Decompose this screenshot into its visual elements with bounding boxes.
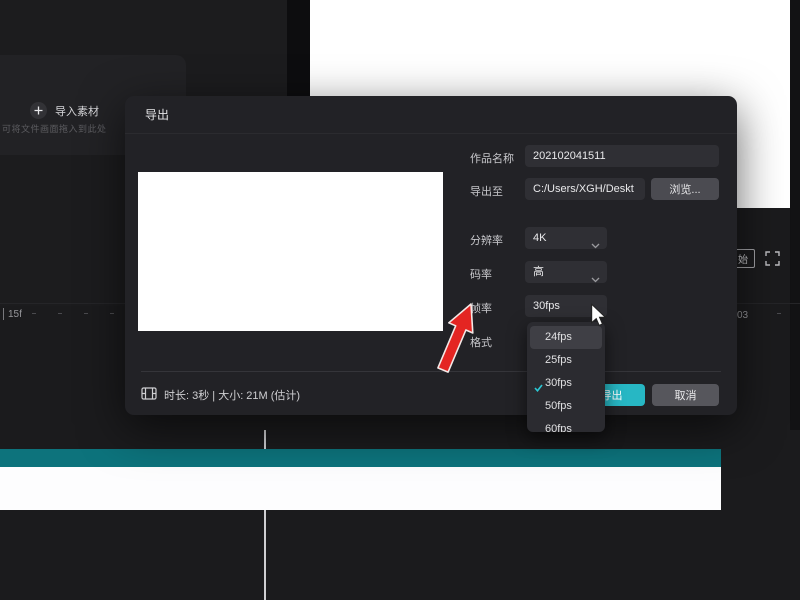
bitrate-value: 高 [533, 266, 544, 278]
ruler-label-left: 15f [8, 309, 22, 320]
ruler-tick [777, 313, 781, 314]
ruler-tick [110, 313, 114, 314]
framerate-option-24fps[interactable]: 24fps [530, 326, 602, 349]
name-field-label: 作品名称 [470, 150, 514, 166]
resolution-select[interactable]: 4K [525, 227, 607, 249]
ruler-tick [58, 313, 62, 314]
bitrate-select[interactable]: 高 [525, 261, 607, 283]
export-preview-thumbnail [138, 172, 443, 331]
resolution-field-label: 分辨率 [470, 232, 503, 248]
resolution-value: 4K [533, 232, 546, 244]
ruler-tick [32, 313, 36, 314]
framerate-option-30fps[interactable]: 30fps [530, 372, 602, 395]
film-icon [141, 387, 157, 403]
chevron-down-icon [591, 235, 600, 257]
mouse-cursor [589, 303, 607, 327]
framerate-dropdown-menu: 24fps 25fps 30fps 50fps 60fps [527, 322, 605, 432]
ruler-label-right: 03 [737, 310, 748, 321]
window-edge [790, 0, 800, 430]
drop-hint-text: 可将文件画面拖入到此处 [2, 122, 130, 135]
import-material-label: 导入素材 [55, 103, 99, 119]
option-label: 30fps [545, 377, 572, 389]
import-material-button[interactable]: 导入素材 [30, 102, 99, 119]
bitrate-field-label: 码率 [470, 266, 492, 282]
app-window: 导入素材 可将文件画面拖入到此处 始 15f 03 导出 作品名称 202102… [0, 0, 800, 600]
framerate-option-60fps[interactable]: 60fps [530, 418, 602, 432]
path-field-label: 导出至 [470, 183, 503, 199]
name-input[interactable]: 202102041511 [525, 145, 719, 167]
export-path-input[interactable]: C:/Users/XGH/Deskt [525, 178, 645, 200]
scale-button-label: 始 [738, 251, 748, 266]
red-arrow-annotation [424, 296, 486, 388]
dialog-title: 导出 [145, 96, 169, 134]
timeline-clip-white[interactable] [0, 467, 721, 510]
framerate-option-25fps[interactable]: 25fps [530, 349, 602, 372]
framerate-option-50fps[interactable]: 50fps [530, 395, 602, 418]
ruler-tick [84, 313, 88, 314]
panel-separator [287, 0, 310, 96]
export-summary: 时长: 3秒 | 大小: 21M (估计) [141, 384, 300, 406]
fullscreen-icon[interactable] [765, 251, 780, 271]
timeline-clip-teal[interactable] [0, 449, 721, 467]
dialog-header: 导出 [125, 96, 737, 134]
ruler-tick [3, 308, 4, 320]
playhead[interactable] [264, 510, 266, 600]
summary-text: 时长: 3秒 | 大小: 21M (估计) [164, 387, 300, 403]
chevron-down-icon [591, 269, 600, 291]
option-label: 50fps [545, 400, 572, 412]
cancel-button[interactable]: 取消 [652, 384, 719, 406]
framerate-value: 30fps [533, 300, 560, 312]
option-label: 25fps [545, 354, 572, 366]
plus-icon [30, 102, 47, 119]
option-label: 24fps [545, 331, 572, 343]
option-label: 60fps [545, 423, 572, 432]
browse-button[interactable]: 浏览... [651, 178, 719, 200]
